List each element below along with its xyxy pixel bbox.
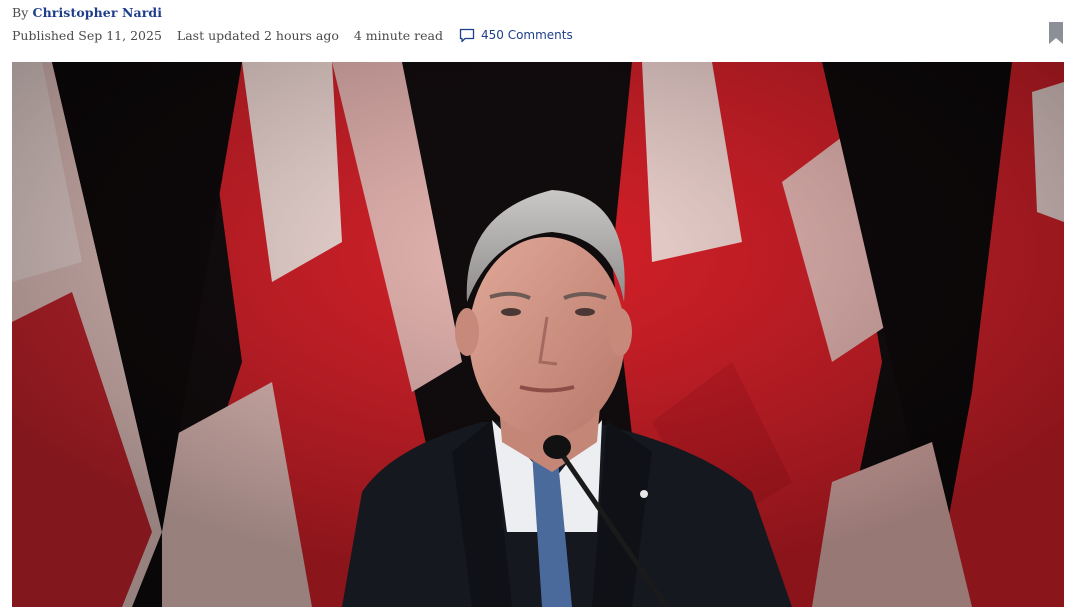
published-date: Published Sep 11, 2025 <box>12 27 162 43</box>
article-meta: Published Sep 11, 2025 Last updated 2 ho… <box>12 26 573 44</box>
byline: By Christopher Nardi <box>12 5 162 20</box>
comments-count: 450 Comments <box>480 28 573 42</box>
hero-image <box>12 62 1064 607</box>
comments-link[interactable]: 450 Comments <box>459 28 573 43</box>
read-time: 4 minute read <box>353 27 443 43</box>
speech-bubble-icon <box>459 28 475 42</box>
last-updated: Last updated 2 hours ago <box>176 27 339 43</box>
bookmark-icon[interactable] <box>1048 21 1064 45</box>
author-link[interactable]: Christopher Nardi <box>33 5 163 20</box>
hero-photo <box>12 62 1064 607</box>
byline-prefix: By <box>12 5 29 20</box>
